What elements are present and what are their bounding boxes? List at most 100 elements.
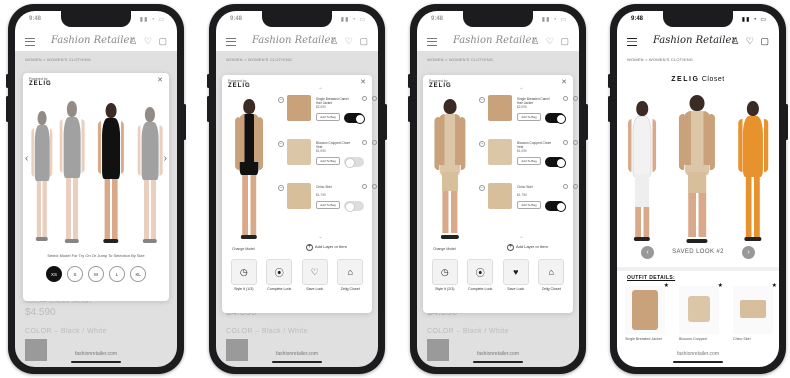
add-to-bag-button[interactable]: Add To Bag [316, 157, 340, 165]
next-variant-icon[interactable] [372, 140, 377, 145]
next-variant-icon[interactable] [573, 184, 578, 189]
prev-variant-icon[interactable] [362, 184, 367, 189]
site-logo[interactable]: Fashion Retailer [51, 35, 134, 46]
site-logo[interactable]: Fashion Retailer [453, 35, 536, 46]
scroll-down-icon[interactable]: ⌄ [318, 233, 323, 240]
saved-look-model-1[interactable] [625, 101, 659, 241]
model-figure-xs-ghost[interactable] [29, 111, 55, 241]
complete-look-button[interactable]: ⦿ Complete Look [466, 259, 494, 291]
product-image[interactable] [733, 286, 773, 334]
header-icons[interactable]: ♙ ♡ ▢ [330, 36, 370, 47]
zelig-closet-button[interactable]: ⌂ Zelig Closet [336, 259, 364, 291]
product-image[interactable] [625, 286, 665, 334]
add-layer-button[interactable]: + Add Layer or Item [507, 244, 548, 251]
menu-icon[interactable] [627, 38, 637, 46]
color-swatch[interactable] [25, 339, 47, 361]
chevron-right-icon[interactable]: › [164, 153, 167, 164]
zelig-closet-button[interactable]: ⌂ Zelig Closet [537, 259, 565, 291]
garment-toggle[interactable] [344, 157, 364, 168]
garment-toggle[interactable] [545, 157, 566, 168]
remove-icon[interactable]: − [278, 97, 284, 103]
prev-variant-icon[interactable] [563, 96, 568, 101]
breadcrumb[interactable]: WOMEN > WOMEN'S CLOTHING [627, 57, 693, 62]
menu-icon[interactable] [427, 38, 437, 46]
url-bar[interactable]: fashionretailer.com [617, 351, 779, 357]
size-button-s[interactable]: S [67, 266, 83, 282]
style-it-label: Style It (1/3) [234, 287, 254, 291]
chevron-left-icon[interactable]: ‹ [25, 153, 28, 164]
garment-toggle[interactable] [344, 113, 365, 124]
garment-thumb[interactable] [287, 95, 311, 121]
close-icon[interactable]: ✕ [157, 76, 163, 84]
size-button-xs[interactable]: XS [46, 266, 62, 282]
next-variant-icon[interactable] [372, 96, 377, 101]
model-figure-s[interactable] [57, 101, 87, 243]
add-to-bag-button[interactable]: Add To Bag [517, 113, 541, 121]
next-variant-icon[interactable] [573, 96, 578, 101]
color-swatch[interactable] [226, 339, 248, 361]
size-button-l[interactable]: L [109, 266, 125, 282]
change-model-button[interactable]: Change Model [433, 247, 456, 251]
save-look-button[interactable]: ♥ Save Look [502, 259, 530, 291]
menu-icon[interactable] [25, 38, 35, 46]
star-icon[interactable]: ★ [664, 282, 669, 289]
remove-icon[interactable]: − [479, 141, 485, 147]
scroll-down-icon[interactable]: ⌄ [519, 233, 524, 240]
site-header: Fashion Retailer ♙ ♡ ▢ [617, 31, 779, 53]
garment-thumb[interactable] [488, 183, 512, 209]
garment-toggle[interactable] [545, 201, 566, 212]
site-logo[interactable]: Fashion Retailer [653, 35, 736, 46]
prev-variant-icon[interactable] [563, 140, 568, 145]
next-variant-icon[interactable] [573, 140, 578, 145]
header-icons[interactable]: ♙ ♡ ▢ [731, 36, 771, 47]
star-icon[interactable]: ★ [772, 282, 777, 289]
change-model-button[interactable]: Change Model [232, 247, 255, 251]
close-icon[interactable]: ✕ [360, 78, 366, 86]
model-figure-m-selected[interactable] [95, 103, 127, 243]
saved-look-model-3[interactable] [735, 101, 771, 241]
saved-look-model-2[interactable] [675, 95, 719, 243]
garment-thumb[interactable] [287, 183, 311, 209]
remove-icon[interactable]: − [479, 185, 485, 191]
add-to-bag-button[interactable]: Add To Bag [316, 113, 340, 121]
add-to-bag-button[interactable]: Add To Bag [517, 201, 541, 209]
add-to-bag-button[interactable]: Add To Bag [316, 201, 340, 209]
garment-toggle[interactable] [344, 201, 364, 212]
add-to-bag-button[interactable]: Add To Bag [517, 157, 541, 165]
header-icons[interactable]: ♙ ♡ ▢ [129, 36, 169, 47]
remove-icon[interactable]: − [479, 97, 485, 103]
url-bar[interactable]: fashionretailer.com [216, 351, 378, 357]
outfit-product[interactable]: ★ Chino Skirt [733, 283, 777, 342]
product-image[interactable] [679, 286, 719, 334]
size-button-xl[interactable]: XL [130, 266, 146, 282]
menu-icon[interactable] [226, 38, 236, 46]
complete-look-button[interactable]: ⦿ Complete Look [265, 259, 293, 291]
size-button-m[interactable]: M [88, 266, 104, 282]
model-figure-l[interactable] [135, 107, 165, 243]
garment-thumb[interactable] [287, 139, 311, 165]
close-icon[interactable]: ✕ [561, 78, 567, 86]
site-logo[interactable]: Fashion Retailer [252, 35, 335, 46]
prev-variant-icon[interactable] [362, 140, 367, 145]
outfit-product[interactable]: ★ Blouson Cropped [679, 283, 723, 342]
garment-thumb[interactable] [488, 139, 512, 165]
next-variant-icon[interactable] [372, 184, 377, 189]
complete-look-label: Complete Look [468, 287, 493, 291]
style-it-button[interactable]: ◷ Style It (2/3) [431, 259, 459, 291]
prev-variant-icon[interactable] [362, 96, 367, 101]
prev-variant-icon[interactable] [563, 184, 568, 189]
garment-thumb[interactable] [488, 95, 512, 121]
save-look-button[interactable]: ♡ Save Look [301, 259, 329, 291]
remove-icon[interactable]: − [278, 185, 284, 191]
url-bar[interactable]: fashionretailer.com [15, 351, 177, 357]
header-icons[interactable]: ♙ ♡ ▢ [531, 36, 571, 47]
remove-icon[interactable]: − [278, 141, 284, 147]
color-swatch[interactable] [427, 339, 449, 361]
outfit-product[interactable]: ★ Single Breasted Jacket [625, 283, 669, 342]
style-it-button[interactable]: ◷ Style It (1/3) [230, 259, 258, 291]
star-icon[interactable]: ★ [718, 282, 723, 289]
url-bar[interactable]: fashionretailer.com [417, 351, 579, 357]
next-look-button[interactable]: › [742, 246, 755, 259]
add-layer-button[interactable]: + Add Layer or Item [306, 244, 347, 251]
garment-toggle[interactable] [545, 113, 566, 124]
